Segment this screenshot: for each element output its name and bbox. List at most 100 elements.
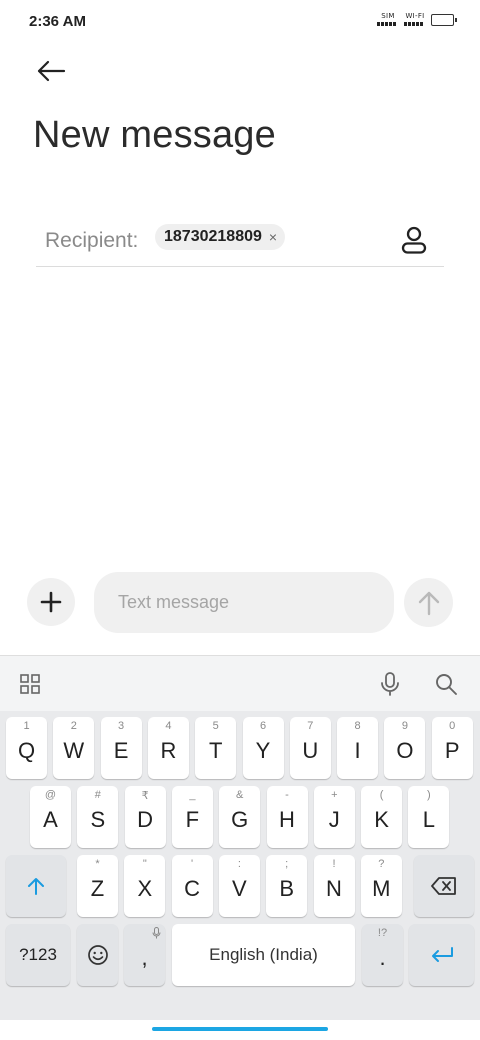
- key-label: Q: [17, 738, 36, 763]
- key-s[interactable]: # S: [77, 786, 119, 848]
- key-label: J: [328, 807, 340, 832]
- key-l[interactable]: ) L: [408, 786, 450, 848]
- key-secondary-label: 1: [23, 720, 30, 732]
- key-label: Y: [255, 738, 271, 763]
- enter-icon: [431, 947, 453, 962]
- key-m[interactable]: ? M: [360, 855, 402, 917]
- recipient-chip[interactable]: 18730218809 ×: [155, 224, 286, 250]
- emoji-key[interactable]: [77, 924, 118, 986]
- key-label: F: [185, 807, 200, 832]
- key-label: G: [231, 807, 249, 832]
- key-label: E: [113, 738, 129, 763]
- sim-signal-icon: SIM: [376, 12, 400, 28]
- key-t[interactable]: 5T: [195, 717, 237, 779]
- recipient-number: 18730218809: [164, 228, 262, 245]
- key-n[interactable]: ! N: [313, 855, 355, 917]
- key-secondary-label: -: [285, 789, 289, 801]
- recipient-field[interactable]: Recipient: 18730218809 ×: [36, 214, 444, 267]
- key-secondary-label: ': [191, 858, 194, 870]
- home-gesture-handle[interactable]: [152, 1027, 328, 1031]
- key-secondary-label: ₹: [141, 790, 149, 802]
- space-key[interactable]: English (India): [172, 924, 355, 986]
- key-secondary-label: ;: [285, 858, 289, 870]
- period-key[interactable]: !? .: [362, 924, 403, 986]
- key-z[interactable]: * Z: [77, 855, 118, 917]
- arrow-up-icon: [418, 591, 439, 615]
- key-label: I: [354, 738, 361, 763]
- key-secondary-label: ): [427, 789, 431, 801]
- microphone-icon: [152, 927, 161, 939]
- key-label: S: [90, 807, 106, 832]
- key-q[interactable]: 1Q: [6, 717, 47, 779]
- key-label: A: [43, 807, 58, 832]
- key-label: Z: [90, 876, 105, 901]
- key-secondary-label: &: [236, 789, 244, 801]
- key-label: O: [396, 738, 414, 763]
- keyboard-apps-button[interactable]: [16, 670, 44, 698]
- key-label: M: [372, 876, 391, 901]
- key-secondary-label: 4: [165, 720, 172, 732]
- remove-recipient-button[interactable]: ×: [269, 230, 277, 244]
- key-secondary-label: 5: [212, 720, 219, 732]
- keyboard-toolbar: [0, 655, 480, 711]
- enter-key[interactable]: [409, 924, 474, 986]
- symbols-key[interactable]: ?123: [6, 924, 70, 986]
- plus-icon: [40, 591, 62, 613]
- key-secondary-label: 6: [259, 720, 267, 732]
- key-r[interactable]: 4R: [147, 717, 189, 779]
- key-label: C: [184, 876, 201, 901]
- key-d[interactable]: ₹ D: [124, 786, 166, 848]
- battery-icon: [431, 14, 457, 26]
- voice-input-button[interactable]: [376, 670, 404, 698]
- key-y[interactable]: 6Y: [242, 717, 284, 779]
- key-secondary-label: 9: [401, 720, 408, 732]
- key-p[interactable]: 0P: [431, 717, 473, 779]
- key-label: D: [137, 807, 154, 832]
- key-f[interactable]: _ F: [171, 786, 213, 848]
- key-label: L: [422, 807, 436, 832]
- status-bar: 2:36 AM SIM WI-FI: [0, 0, 480, 44]
- message-input[interactable]: [94, 572, 394, 633]
- key-j[interactable]: + J: [313, 786, 355, 848]
- key-g[interactable]: & G: [219, 786, 261, 848]
- key-secondary-label: 2: [70, 720, 77, 732]
- key-b[interactable]: ; B: [266, 855, 308, 917]
- key-c[interactable]: ' C: [171, 855, 213, 917]
- wifi-signal-icon: WI-FI: [403, 12, 427, 28]
- send-button[interactable]: [404, 578, 453, 627]
- shift-key[interactable]: [6, 855, 66, 917]
- key-label: U: [302, 738, 319, 763]
- select-contact-button[interactable]: [396, 222, 432, 258]
- add-attachment-button[interactable]: [27, 578, 75, 626]
- key-secondary-label: 3: [118, 720, 125, 732]
- navigation-bar: [0, 1020, 480, 1040]
- key-x[interactable]: " X: [124, 855, 166, 917]
- key-secondary-label: ?: [378, 858, 385, 870]
- key-label: W: [63, 738, 85, 763]
- arrow-left-icon: [37, 60, 66, 82]
- key-e[interactable]: 3E: [100, 717, 142, 779]
- key-w[interactable]: 2W: [53, 717, 95, 779]
- key-secondary-label: #: [94, 789, 101, 801]
- key-u[interactable]: 7U: [289, 717, 331, 779]
- key-i[interactable]: 8I: [337, 717, 379, 779]
- key-h[interactable]: -H: [266, 786, 308, 848]
- keyboard-search-button[interactable]: [432, 670, 460, 698]
- key-secondary-label: 0: [449, 720, 456, 732]
- comma-key[interactable]: ,: [124, 924, 165, 986]
- page-title: New message: [33, 114, 276, 156]
- key-v[interactable]: :V: [218, 855, 260, 917]
- key-a[interactable]: @ A: [30, 786, 71, 848]
- key-secondary-label: :: [237, 858, 241, 870]
- backspace-key[interactable]: [414, 855, 474, 917]
- search-icon: [436, 674, 457, 695]
- key-k[interactable]: (K: [361, 786, 403, 848]
- recipient-label: Recipient:: [45, 229, 139, 252]
- key-o[interactable]: 9O: [384, 717, 426, 779]
- emoji-icon: [87, 945, 108, 965]
- key-secondary-label: *: [95, 858, 100, 870]
- key-label: K: [374, 807, 389, 832]
- status-time: 2:36 AM: [29, 13, 86, 30]
- back-button[interactable]: [34, 55, 68, 87]
- key-secondary-label: 7: [307, 720, 314, 732]
